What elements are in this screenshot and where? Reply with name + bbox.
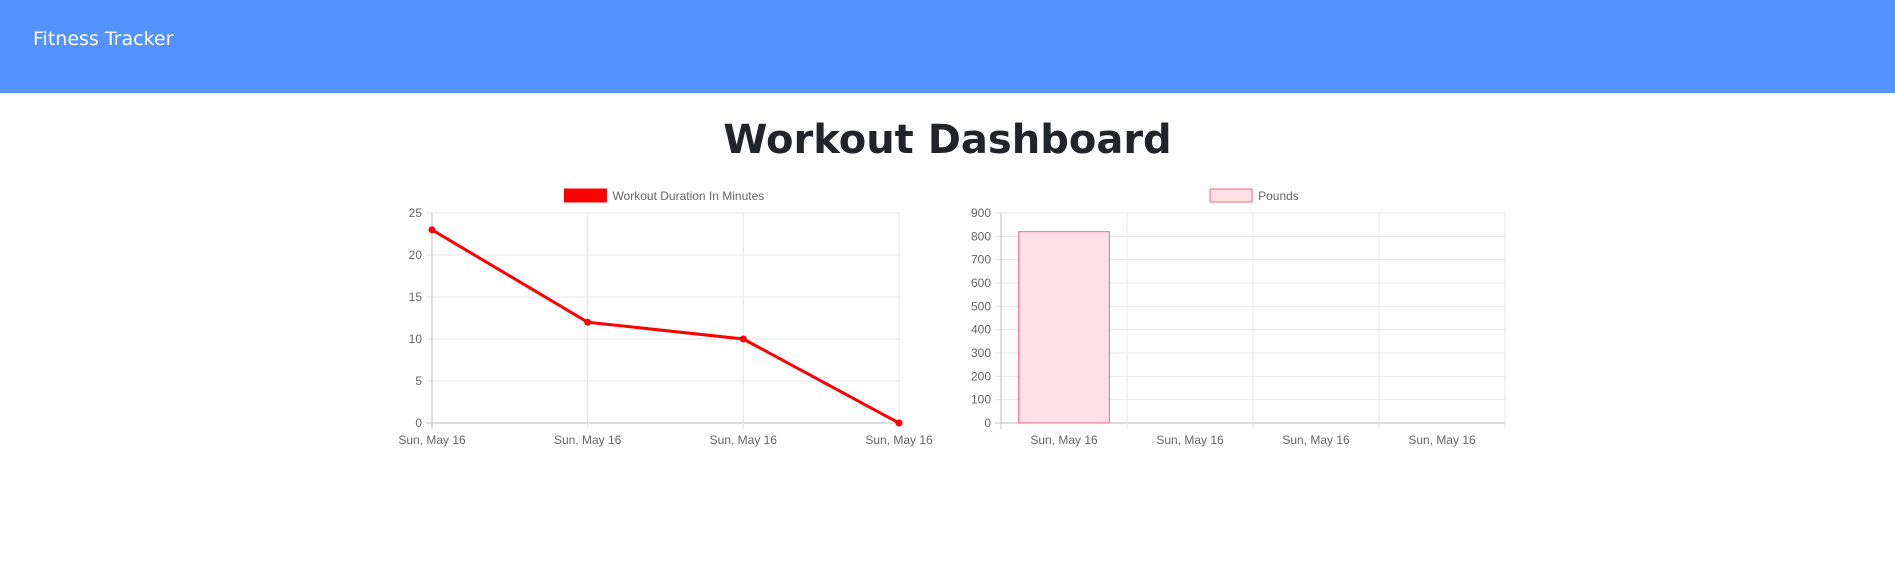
y-tick-label: 25 xyxy=(409,206,423,220)
y-tick-label: 10 xyxy=(409,332,423,346)
data-point xyxy=(739,335,747,343)
y-tick-label: 200 xyxy=(971,369,991,383)
y-tick-label: 0 xyxy=(984,416,991,430)
y-tick-label: 900 xyxy=(971,206,991,220)
y-tick-label: 15 xyxy=(409,290,423,304)
y-tick-label: 800 xyxy=(971,229,991,243)
legend-label: Workout Duration In Minutes xyxy=(612,189,764,203)
y-tick-label: 700 xyxy=(971,253,991,267)
x-tick-label: Sun, May 16 xyxy=(865,433,933,447)
x-tick-label: Sun, May 16 xyxy=(1030,433,1098,447)
data-point xyxy=(584,318,592,326)
y-tick-label: 300 xyxy=(971,346,991,360)
x-tick-label: Sun, May 16 xyxy=(1408,433,1476,447)
data-point xyxy=(428,226,436,234)
navbar: Fitness Tracker xyxy=(0,0,1895,93)
x-tick-label: Sun, May 16 xyxy=(1156,433,1224,447)
data-point xyxy=(895,419,903,427)
bar xyxy=(1018,231,1110,424)
y-tick-label: 600 xyxy=(971,276,991,290)
y-tick-label: 100 xyxy=(971,393,991,407)
page-title: Workout Dashboard xyxy=(723,117,1172,163)
x-tick-label: Sun, May 16 xyxy=(710,433,778,447)
y-tick-label: 500 xyxy=(971,299,991,313)
navbar-brand[interactable]: Fitness Tracker xyxy=(33,28,173,50)
y-tick-label: 0 xyxy=(415,416,422,430)
legend-swatch xyxy=(563,188,607,203)
legend-swatch xyxy=(1209,188,1253,203)
series-line xyxy=(431,228,900,425)
y-tick-label: 20 xyxy=(409,248,423,262)
x-tick-label: Sun, May 16 xyxy=(1282,433,1350,447)
legend-label: Pounds xyxy=(1258,189,1299,203)
x-tick-label: Sun, May 16 xyxy=(554,433,622,447)
y-tick-label: 400 xyxy=(971,323,991,337)
x-tick-label: Sun, May 16 xyxy=(398,433,466,447)
y-tick-label: 5 xyxy=(415,374,422,388)
